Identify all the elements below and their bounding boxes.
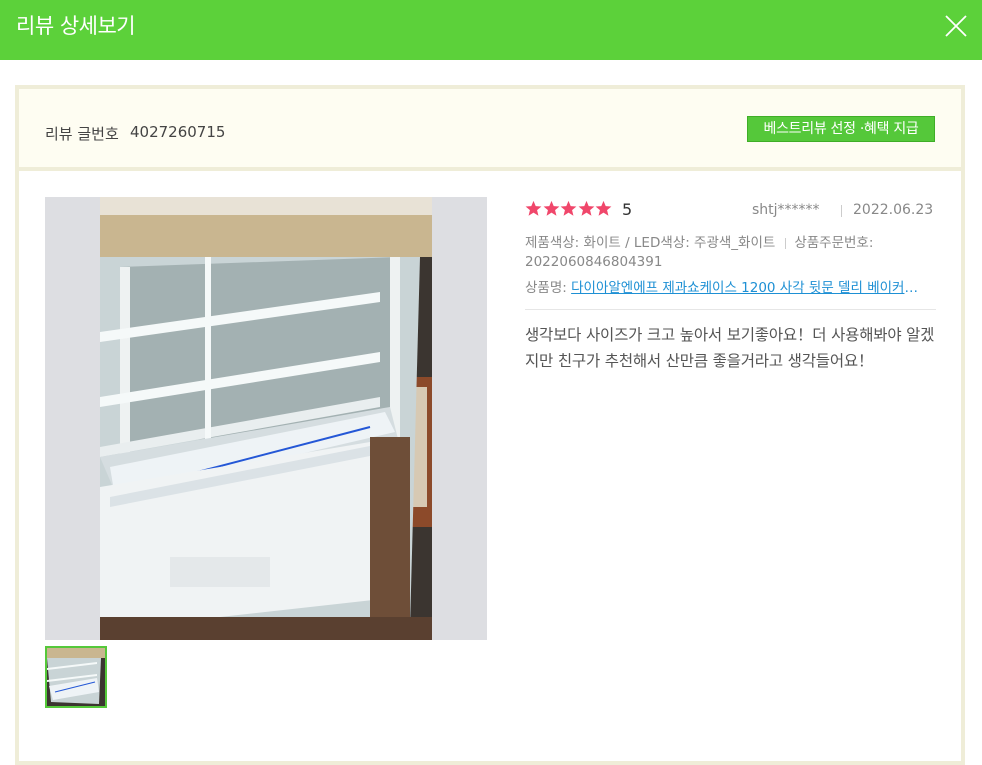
content-divider xyxy=(525,309,936,310)
product-name-label: 상품명: xyxy=(525,280,567,296)
review-number-label: 리뷰 글번호 xyxy=(45,125,119,143)
reviewer-id: shtj****** xyxy=(752,202,820,218)
review-photo-thumbnail[interactable] xyxy=(45,646,107,708)
review-body-text: 생각보다 사이즈가 크고 높아서 보기좋아요！더 사용해봐야 알겠지만 친구가 … xyxy=(525,326,935,370)
product-name-link[interactable]: 다이아알엔에프 제과쇼케이스 1200 사각 뒷문 델리 베이커리 냉장고 xyxy=(571,276,928,296)
review-info-bar: 리뷰 글번호 4027260715 베스트리뷰 선정 ·혜택 지급 xyxy=(15,85,965,171)
star-icon xyxy=(525,200,542,216)
order-number: 2022060846804391 xyxy=(525,254,663,270)
order-number-label: 상품주문번호: xyxy=(794,235,874,251)
star-icon xyxy=(560,200,577,216)
close-button[interactable] xyxy=(940,10,972,42)
color-option: 제품색상: 화이트 / LED색상: 주광색_화이트 xyxy=(525,235,776,251)
review-main-photo xyxy=(100,197,432,640)
modal-header: 리뷰 상세보기 xyxy=(0,0,982,60)
review-number-value: 4027260715 xyxy=(130,123,226,141)
product-line: 상품명: 다이아알엔에프 제과쇼케이스 1200 사각 뒷문 델리 베이커리 냉… xyxy=(525,276,928,296)
review-photo-viewer xyxy=(45,197,487,640)
star-icon xyxy=(595,200,612,216)
close-icon xyxy=(945,15,967,37)
review-date: 2022.06.23 xyxy=(853,202,934,218)
best-review-button[interactable]: 베스트리뷰 선정 ·혜택 지급 xyxy=(747,116,935,142)
modal-title: 리뷰 상세보기 xyxy=(16,14,136,38)
star-icon xyxy=(578,200,594,216)
option-line: 제품색상: 화이트 / LED색상: 주광색_화이트 상품주문번호: xyxy=(525,231,873,251)
star-icon xyxy=(543,200,559,216)
rating-score: 5 xyxy=(622,200,633,219)
meta-divider xyxy=(841,205,842,217)
meta-divider xyxy=(785,237,787,249)
rating-stars xyxy=(525,200,613,220)
